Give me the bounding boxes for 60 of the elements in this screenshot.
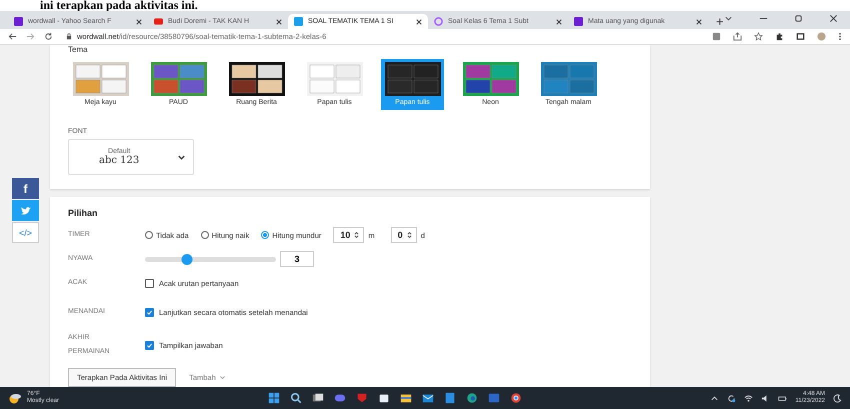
lock-icon xyxy=(66,33,72,40)
minutes-stepper[interactable]: 10 xyxy=(333,227,364,243)
page-heading: ini terapkan pada aktivitas ini. xyxy=(0,0,850,11)
theme-thumbnail-drawing xyxy=(306,62,362,96)
shield-icon[interactable] xyxy=(356,392,368,404)
lives-slider[interactable] xyxy=(145,256,276,262)
chevron-down-icon xyxy=(177,152,186,162)
close-tab-icon[interactable] xyxy=(556,18,562,24)
stepper-arrows-icon[interactable] xyxy=(354,231,360,239)
chevron-down-icon[interactable] xyxy=(724,14,733,23)
puzzle-icon[interactable] xyxy=(775,32,784,41)
share-icon[interactable] xyxy=(733,32,742,41)
seconds-stepper[interactable]: 0 xyxy=(390,227,417,243)
close-tab-icon[interactable] xyxy=(136,18,142,24)
theme-thumbnail-drawing xyxy=(150,62,206,96)
back-icon[interactable] xyxy=(8,32,17,41)
lives-field[interactable]: 3 xyxy=(280,251,314,267)
search-icon[interactable] xyxy=(290,392,302,404)
star-icon[interactable] xyxy=(754,32,763,41)
theme-thumbnail-drawing xyxy=(462,62,518,96)
start-icon[interactable] xyxy=(268,392,280,404)
facebook-share-button[interactable]: f xyxy=(12,178,39,199)
checkbox[interactable] xyxy=(145,308,154,316)
new-tab-button[interactable]: + xyxy=(716,14,724,29)
checkbox[interactable] xyxy=(145,340,154,350)
battery-icon[interactable] xyxy=(778,394,788,402)
close-icon[interactable] xyxy=(829,14,838,23)
wifi-icon[interactable] xyxy=(744,394,754,402)
mail-icon[interactable] xyxy=(422,392,434,404)
twitter-share-button[interactable] xyxy=(12,200,39,221)
chevron-down-icon xyxy=(218,374,226,381)
theme-thumbnail-drawing xyxy=(540,62,596,96)
folder-icon[interactable] xyxy=(400,392,412,404)
theme-thumbnail-drawing xyxy=(384,62,440,96)
bird-icon xyxy=(20,206,32,216)
window-icon[interactable] xyxy=(312,392,324,404)
weather-icon xyxy=(8,392,22,404)
favicon-icon xyxy=(294,17,303,26)
favicon-icon xyxy=(154,17,163,26)
reload-icon[interactable] xyxy=(44,32,53,41)
close-tab-icon[interactable] xyxy=(416,18,422,24)
side-panel-icon[interactable] xyxy=(796,32,805,41)
slider-thumb[interactable] xyxy=(181,254,192,264)
theme-thumbnail-drawing xyxy=(228,62,284,96)
close-tab-icon[interactable] xyxy=(696,18,702,24)
favicon-icon xyxy=(574,17,583,26)
checkbox[interactable] xyxy=(145,278,154,288)
favicon-icon xyxy=(434,17,443,26)
close-tab-icon[interactable] xyxy=(276,18,282,24)
restore-icon[interactable] xyxy=(794,14,803,23)
embed-button[interactable]: </> xyxy=(12,222,39,243)
theme-thumbnail-drawing xyxy=(72,62,128,96)
chat-icon[interactable] xyxy=(334,392,346,404)
notification-icon[interactable] xyxy=(833,394,842,402)
sync-icon[interactable] xyxy=(727,394,736,402)
section-title: Tema xyxy=(68,45,89,54)
section-title: Pilihan xyxy=(68,208,99,218)
stepper-arrows-icon[interactable] xyxy=(406,231,412,239)
more-icon[interactable] xyxy=(838,32,842,41)
favicon-icon xyxy=(14,17,23,26)
